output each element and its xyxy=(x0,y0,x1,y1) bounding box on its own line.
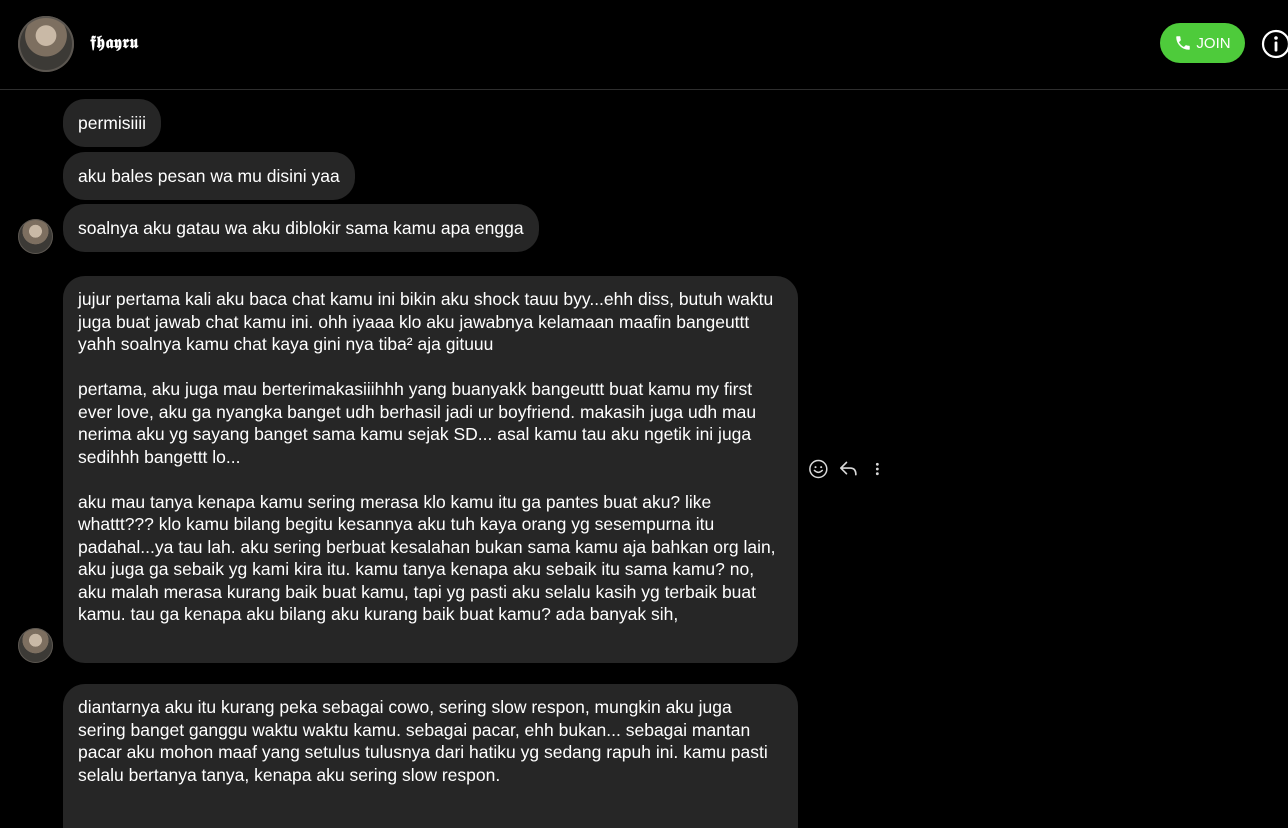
message-bubble[interactable]: diantarnya aku itu kurang peka sebagai c… xyxy=(63,684,798,828)
chat-header: 𝖋𝖍𝖆𝖞𝖗𝖚 JOIN xyxy=(0,0,1288,90)
sender-avatar[interactable] xyxy=(18,628,53,663)
message-bubble[interactable]: permisiiii xyxy=(63,99,162,147)
sender-avatar[interactable] xyxy=(18,219,53,254)
message-bubble[interactable]: aku bales pesan wa mu disini yaa xyxy=(63,152,355,200)
phone-icon xyxy=(1176,36,1191,50)
message-actions xyxy=(808,456,888,482)
info-icon[interactable] xyxy=(1261,29,1288,59)
join-call-button[interactable]: JOIN xyxy=(1160,23,1245,63)
join-label: JOIN xyxy=(1196,34,1231,52)
message-bubble[interactable]: jujur pertama kali aku baca chat kamu in… xyxy=(63,276,798,663)
emoji-react-icon[interactable] xyxy=(808,458,829,480)
contact-name[interactable]: 𝖋𝖍𝖆𝖞𝖗𝖚 xyxy=(90,33,139,53)
reply-icon[interactable] xyxy=(838,458,859,480)
more-options-icon[interactable] xyxy=(867,458,888,480)
contact-avatar[interactable] xyxy=(18,16,74,72)
message-bubble[interactable]: soalnya aku gatau wa aku diblokir sama k… xyxy=(63,204,539,252)
